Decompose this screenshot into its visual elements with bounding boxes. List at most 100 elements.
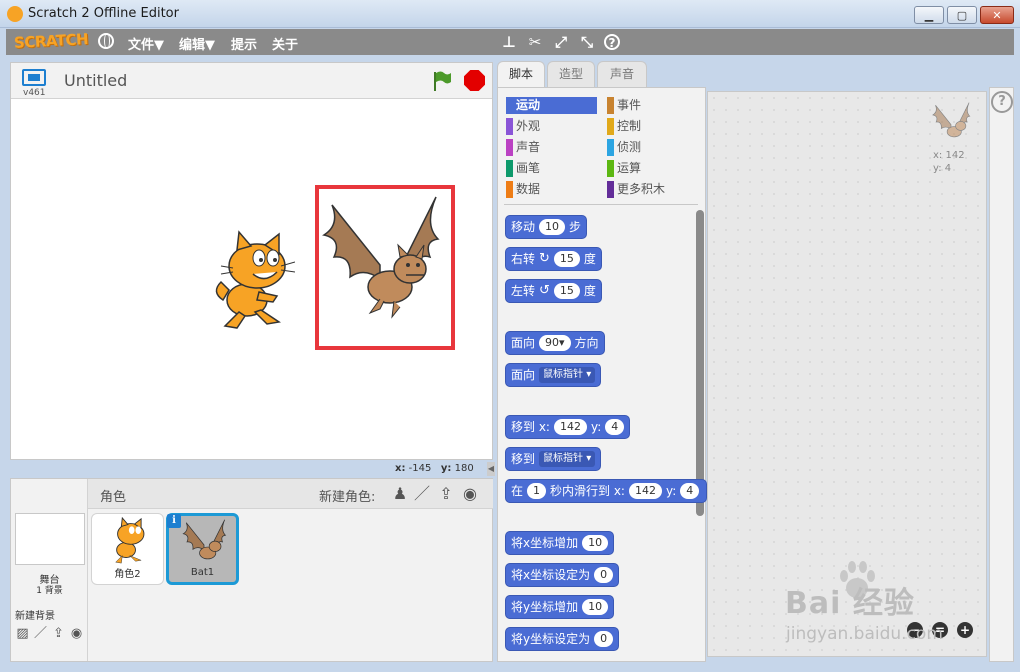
y-set-input[interactable]: 0 [594, 631, 614, 647]
category-control[interactable]: 控制 [607, 118, 698, 135]
camera-icon[interactable]: ◉ [68, 625, 85, 642]
block-change-y[interactable]: 将y坐标增加 10 [505, 595, 615, 619]
x-set-input[interactable]: 0 [594, 567, 614, 583]
cat-sprite[interactable] [203, 230, 295, 332]
category-events[interactable]: 事件 [607, 97, 698, 114]
language-globe-icon[interactable] [98, 33, 114, 49]
stage-panel: v461 Untitled [10, 62, 493, 460]
sprite-tile-cat[interactable]: 角色2 [91, 513, 164, 585]
block-glide[interactable]: 在 1 秒内滑行到 x: 142 y: 4 [505, 479, 707, 503]
category-label: 运动 [516, 98, 541, 112]
menu-about[interactable]: 关于 [272, 34, 298, 53]
zoom-in-icon[interactable]: + [957, 622, 973, 638]
degrees-input[interactable]: 15 [553, 283, 580, 299]
block-point-direction[interactable]: 面向 90▾ 方向 [505, 331, 605, 355]
collapse-stage-arrow[interactable]: ◀ [487, 462, 495, 476]
sprite-y-readout: y: 4 [933, 163, 952, 174]
project-title[interactable]: Untitled [64, 71, 127, 90]
category-looks[interactable]: 外观 [506, 118, 597, 135]
stop-icon[interactable] [464, 70, 485, 91]
duplicate-stamp-icon[interactable]: ⊥ [500, 33, 518, 51]
sprites-panel: 舞台 1 背景 新建背景 ▨ ／ ⇪ ◉ 角色 新建角色: ♟ ／ ⇪ ◉ 角色… [10, 478, 493, 662]
shrink-icon[interactable]: ⤡ [578, 33, 596, 51]
target-dropdown[interactable]: 鼠标指针 ▾ [539, 451, 596, 467]
seconds-input[interactable]: 1 [527, 483, 547, 499]
category-motion[interactable]: 运动 [506, 97, 597, 114]
presentation-mode-icon[interactable] [22, 69, 46, 86]
green-flag-icon[interactable] [432, 70, 452, 92]
block-set-x[interactable]: 将x坐标设定为 0 [505, 563, 620, 587]
grow-icon[interactable]: ⤢ [552, 33, 570, 51]
y-input[interactable]: 4 [605, 419, 625, 435]
block-point-towards[interactable]: 面向 鼠标指针 ▾ [505, 363, 602, 387]
direction-input[interactable]: 90▾ [539, 335, 571, 351]
sprites-header: 角色 新建角色: ♟ ／ ⇪ ◉ [88, 479, 493, 509]
category-label: 侦测 [617, 140, 642, 154]
paint-brush-icon[interactable]: ／ [32, 625, 49, 642]
block-move-steps[interactable]: 移动 10 步 [505, 215, 588, 239]
block-change-x[interactable]: 将x坐标增加 10 [505, 531, 615, 555]
mouse-y: 180 [454, 463, 474, 474]
stage-column: 舞台 1 背景 新建背景 ▨ ／ ⇪ ◉ [11, 479, 88, 661]
paint-sprite-icon[interactable]: ／ [412, 484, 432, 504]
current-sprite-thumbnail [932, 102, 971, 138]
x-input[interactable]: 142 [628, 483, 662, 499]
sprites-label: 角色 [100, 490, 127, 505]
stage-header: v461 Untitled [11, 63, 492, 99]
category-sound[interactable]: 声音 [506, 139, 597, 156]
window-title: Scratch 2 Offline Editor [28, 6, 179, 21]
camera-sprite-icon[interactable]: ◉ [460, 484, 480, 504]
cat-thumbnail [115, 517, 145, 564]
tab-costumes[interactable]: 造型 [547, 61, 595, 87]
upload-sprite-icon[interactable]: ⇪ [436, 484, 456, 504]
x-change-input[interactable]: 10 [582, 535, 609, 551]
mouse-coordinates: x: -145 y: 180 [395, 463, 474, 474]
tab-scripts[interactable]: 脚本 [497, 61, 545, 88]
degrees-input[interactable]: 15 [553, 251, 580, 267]
sprite-x-readout: x: 142 [933, 150, 965, 161]
palette-scrollbar[interactable] [696, 210, 704, 516]
help-icon[interactable]: ? [991, 91, 1013, 113]
category-label: 事件 [617, 98, 642, 112]
target-dropdown[interactable]: 鼠标指针 ▾ [539, 367, 596, 383]
sprite-position: x: 142 y: 4 [933, 149, 965, 175]
minimize-button[interactable]: ▁ [914, 6, 944, 24]
category-more-blocks[interactable]: 更多积木 [607, 181, 698, 198]
rotate-left-icon: ↺ [539, 283, 550, 298]
category-label: 数据 [516, 182, 541, 196]
block-help-icon[interactable]: ? [604, 34, 620, 50]
sprite-library-icon[interactable]: ♟ [390, 484, 410, 504]
menu-tips[interactable]: 提示 [231, 34, 257, 53]
steps-input[interactable]: 10 [539, 219, 566, 235]
close-button[interactable]: ✕ [980, 6, 1014, 24]
backdrop-library-icon[interactable]: ▨ [14, 625, 31, 642]
tab-sounds[interactable]: 声音 [597, 61, 647, 87]
scratch-logo[interactable]: SCRATCH [14, 30, 89, 52]
category-pen[interactable]: 画笔 [506, 160, 597, 177]
maximize-button[interactable]: ▢ [947, 6, 977, 24]
upload-icon[interactable]: ⇪ [50, 625, 67, 642]
stage-canvas[interactable] [11, 100, 492, 459]
y-change-input[interactable]: 10 [582, 599, 609, 615]
y-input[interactable]: 4 [680, 483, 700, 499]
category-data[interactable]: 数据 [506, 181, 597, 198]
x-input[interactable]: 142 [553, 419, 587, 435]
stage-thumbnail[interactable] [15, 513, 85, 565]
highlight-box [315, 185, 455, 350]
menu-file[interactable]: 文件▼ [128, 34, 164, 53]
category-label: 更多积木 [617, 182, 666, 196]
sprite-tile-bat[interactable]: i Bat1 [166, 513, 239, 585]
rotate-right-icon: ↻ [539, 251, 550, 266]
category-sensing[interactable]: 侦测 [607, 139, 698, 156]
menu-edit[interactable]: 编辑▼ [179, 34, 215, 53]
block-goto-xy[interactable]: 移到 x: 142 y: 4 [505, 415, 631, 439]
category-operators[interactable]: 运算 [607, 160, 698, 177]
block-goto[interactable]: 移到 鼠标指针 ▾ [505, 447, 602, 471]
sprite-name: 角色2 [114, 569, 141, 580]
block-turn-right[interactable]: 右转 ↻ 15 度 [505, 247, 602, 271]
info-icon[interactable]: i [167, 514, 181, 528]
cut-scissors-icon[interactable]: ✂ [526, 33, 544, 51]
block-set-y[interactable]: 将y坐标设定为 0 [505, 627, 620, 651]
category-label: 声音 [516, 140, 541, 154]
block-turn-left[interactable]: 左转 ↺ 15 度 [505, 279, 602, 303]
